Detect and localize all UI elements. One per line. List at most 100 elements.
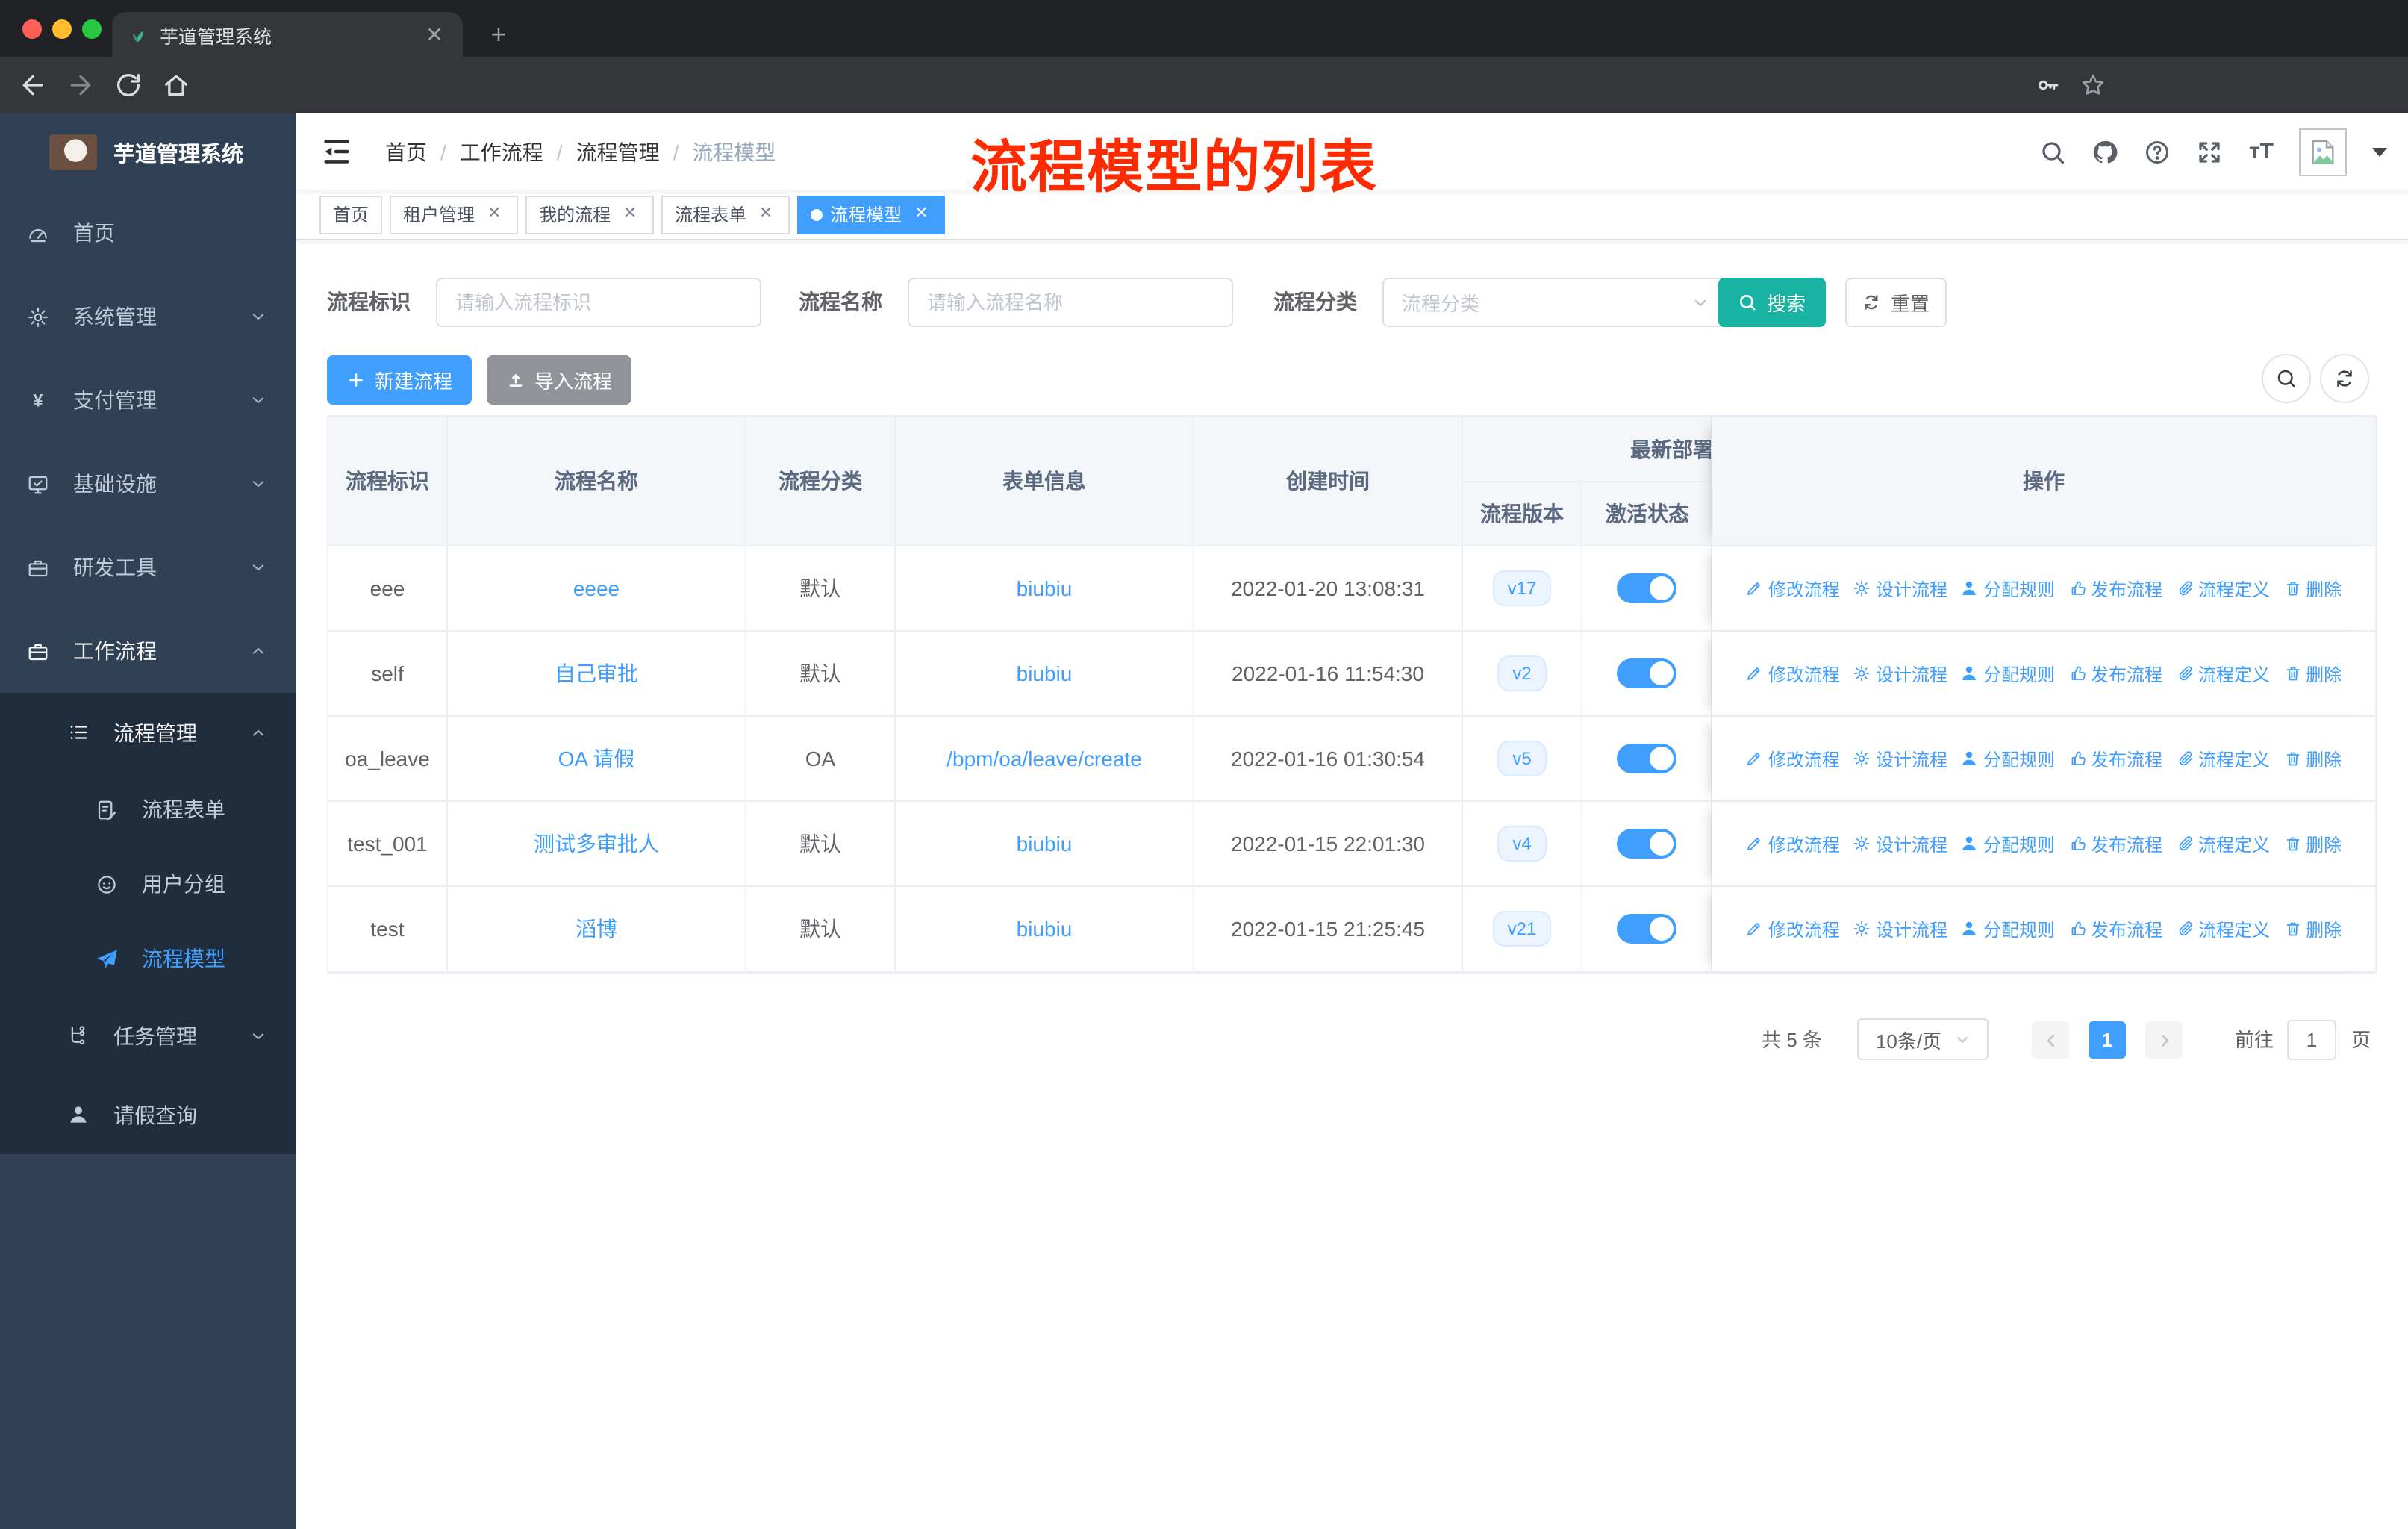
process-name-link[interactable]: 测试多审批人 [534, 832, 659, 856]
breadcrumb-process-mgmt[interactable]: 流程管理 [576, 137, 660, 166]
action-publish-link[interactable]: 发布流程 [2068, 661, 2162, 686]
active-toggle[interactable] [1617, 829, 1676, 859]
mac-zoom-button[interactable] [82, 19, 102, 39]
new-tab-button[interactable]: + [481, 16, 517, 52]
action-modify-link[interactable]: 修改流程 [1746, 831, 1840, 856]
create-process-button[interactable]: 新建流程 [327, 355, 472, 405]
action-design-link[interactable]: 设计流程 [1853, 576, 1947, 601]
avatar-caret-icon[interactable] [2372, 147, 2387, 156]
sidebar-item-infra[interactable]: 基础设施 [0, 442, 296, 526]
filter-category-select[interactable]: 流程分类 [1382, 278, 1729, 327]
action-design-link[interactable]: 设计流程 [1853, 831, 1947, 856]
action-modify-link[interactable]: 修改流程 [1746, 661, 1840, 686]
action-assign-rules-link[interactable]: 分配规则 [1961, 576, 2055, 601]
current-page-button[interactable]: 1 [2089, 1021, 2126, 1059]
tab-tag-流程表单[interactable]: 流程表单 ✕ [661, 195, 790, 234]
action-modify-link[interactable]: 修改流程 [1746, 916, 1840, 941]
filter-name-input[interactable] [908, 278, 1233, 327]
sidebar-item-workflow[interactable]: 工作流程 [0, 609, 296, 693]
form-info-link[interactable]: /bpm/oa/leave/create [946, 747, 1142, 770]
action-delete-link[interactable]: 删除 [2283, 746, 2342, 771]
sidebar-item-process-model[interactable]: 流程模型 [0, 921, 296, 996]
form-info-link[interactable]: biubiu [1017, 832, 1073, 856]
reset-button[interactable]: 重置 [1845, 278, 1947, 327]
goto-page-input[interactable] [2287, 1020, 2336, 1060]
action-definition-link[interactable]: 流程定义 [2176, 661, 2270, 686]
action-modify-link[interactable]: 修改流程 [1746, 576, 1840, 601]
action-publish-link[interactable]: 发布流程 [2068, 831, 2162, 856]
action-definition-link[interactable]: 流程定义 [2176, 916, 2270, 941]
close-icon[interactable]: ✕ [911, 204, 932, 225]
action-delete-link[interactable]: 删除 [2283, 831, 2342, 856]
sidebar-item-system[interactable]: 系统管理 [0, 275, 296, 358]
github-icon[interactable] [2092, 138, 2119, 165]
action-definition-link[interactable]: 流程定义 [2176, 746, 2270, 771]
breadcrumb-workflow[interactable]: 工作流程 [460, 137, 543, 166]
action-delete-link[interactable]: 删除 [2283, 661, 2342, 686]
action-assign-rules-link[interactable]: 分配规则 [1961, 831, 2055, 856]
tab-tag-我的流程[interactable]: 我的流程 ✕ [525, 195, 655, 234]
prev-page-button[interactable] [2032, 1021, 2069, 1059]
sidebar-item-devtools[interactable]: 研发工具 [0, 526, 296, 609]
action-assign-rules-link[interactable]: 分配规则 [1961, 746, 2055, 771]
process-name-link[interactable]: 滔博 [576, 917, 617, 941]
fullscreen-icon[interactable] [2197, 138, 2224, 165]
mac-close-button[interactable] [22, 19, 42, 39]
tab-tag-租户管理[interactable]: 租户管理 ✕ [390, 195, 519, 234]
avatar-broken-image[interactable] [2299, 128, 2347, 175]
forward-icon[interactable] [66, 70, 96, 100]
reload-icon[interactable] [113, 70, 143, 100]
sidebar-item-process-mgmt[interactable]: 流程管理 [0, 693, 296, 772]
active-toggle[interactable] [1617, 658, 1676, 688]
import-process-button[interactable]: 导入流程 [487, 355, 631, 405]
sidebar-item-user-group[interactable]: 用户分组 [0, 847, 296, 921]
active-toggle[interactable] [1617, 914, 1676, 944]
search-icon[interactable] [2040, 138, 2067, 165]
collapse-sidebar-icon[interactable] [319, 134, 354, 169]
help-icon[interactable] [2145, 138, 2171, 165]
process-name-link[interactable]: 自己审批 [555, 661, 638, 685]
form-info-link[interactable]: biubiu [1017, 661, 1073, 685]
filter-key-input[interactable] [436, 278, 761, 327]
sidebar-item-task-mgmt[interactable]: 任务管理 [0, 996, 296, 1075]
action-publish-link[interactable]: 发布流程 [2068, 916, 2162, 941]
sidebar-item-leave-query[interactable]: 请假查询 [0, 1075, 296, 1154]
action-modify-link[interactable]: 修改流程 [1746, 746, 1840, 771]
form-info-link[interactable]: biubiu [1017, 576, 1073, 600]
active-toggle[interactable] [1617, 573, 1676, 603]
action-definition-link[interactable]: 流程定义 [2176, 576, 2270, 601]
process-name-link[interactable]: eeee [573, 576, 620, 600]
sidebar-item-payment[interactable]: ¥ 支付管理 [0, 358, 296, 442]
home-icon[interactable] [161, 70, 191, 100]
close-icon[interactable]: ✕ [620, 204, 640, 225]
action-publish-link[interactable]: 发布流程 [2068, 576, 2162, 601]
browser-tab[interactable]: 芋道管理系统 ✕ [112, 12, 463, 57]
tab-tag-流程模型[interactable]: 流程模型 ✕ [797, 195, 946, 234]
toggle-search-button[interactable] [2262, 354, 2311, 403]
action-design-link[interactable]: 设计流程 [1853, 661, 1947, 686]
sidebar-item-home[interactable]: 首页 [0, 191, 296, 275]
action-definition-link[interactable]: 流程定义 [2176, 831, 2270, 856]
bookmark-star-icon[interactable] [2080, 72, 2106, 99]
process-name-link[interactable]: OA 请假 [558, 747, 635, 770]
action-design-link[interactable]: 设计流程 [1853, 746, 1947, 771]
form-info-link[interactable]: biubiu [1017, 917, 1073, 941]
action-publish-link[interactable]: 发布流程 [2068, 746, 2162, 771]
page-size-select[interactable]: 10条/页 [1857, 1018, 1989, 1060]
action-assign-rules-link[interactable]: 分配规则 [1961, 661, 2055, 686]
tab-close-icon[interactable]: ✕ [421, 22, 448, 47]
sidebar-item-process-form[interactable]: 流程表单 [0, 772, 296, 847]
font-size-icon[interactable]: ᴛT [2249, 139, 2274, 164]
tab-tag-首页[interactable]: 首页 [319, 195, 383, 234]
back-icon[interactable] [18, 70, 48, 100]
search-button[interactable]: 搜索 [1718, 278, 1826, 327]
action-assign-rules-link[interactable]: 分配规则 [1961, 916, 2055, 941]
action-delete-link[interactable]: 删除 [2283, 576, 2342, 601]
close-icon[interactable]: ✕ [484, 204, 505, 225]
active-toggle[interactable] [1617, 744, 1676, 773]
key-icon[interactable] [2035, 72, 2062, 99]
mac-minimize-button[interactable] [52, 19, 72, 39]
action-design-link[interactable]: 设计流程 [1853, 916, 1947, 941]
next-page-button[interactable] [2145, 1021, 2183, 1059]
close-icon[interactable]: ✕ [755, 204, 776, 225]
